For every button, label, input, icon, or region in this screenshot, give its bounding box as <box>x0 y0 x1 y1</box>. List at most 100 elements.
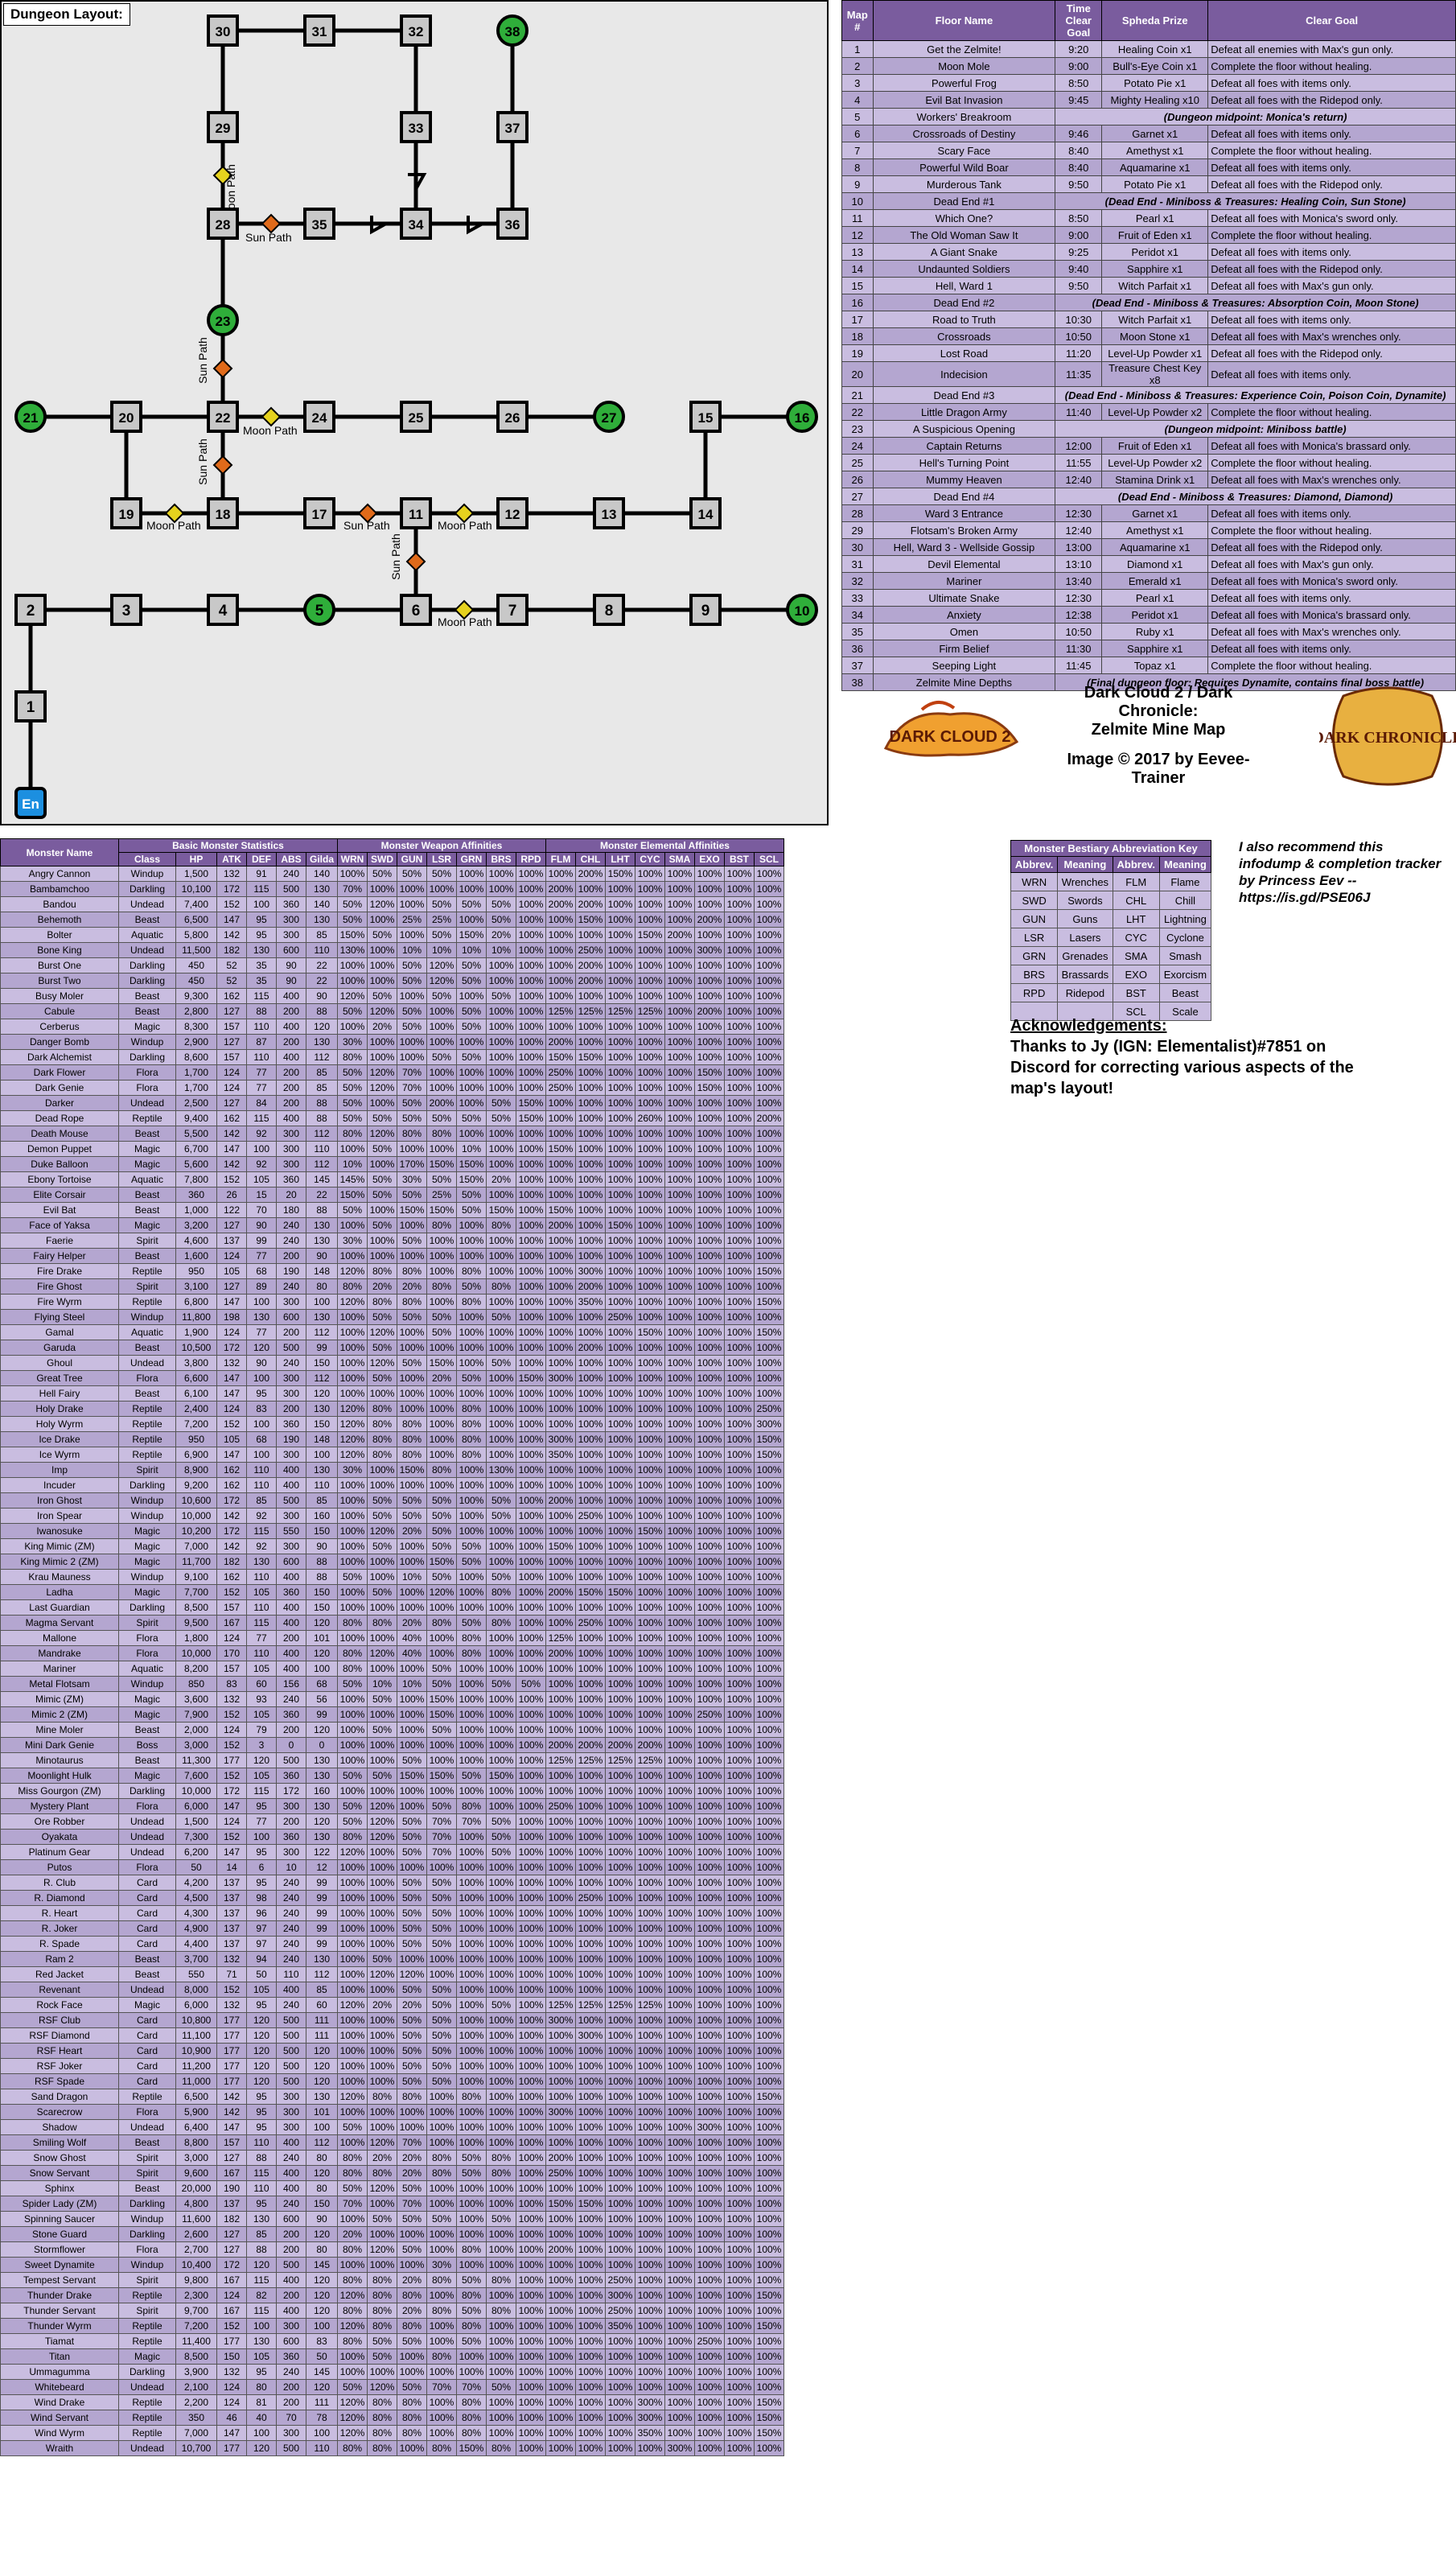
monster-stat: 6,400 <box>175 2119 217 2135</box>
monster-stat: 100% <box>545 1385 576 1402</box>
monster-stat: 360 <box>276 1584 306 1600</box>
monster-name: R. Heart <box>0 1905 119 1921</box>
monster-stat: 100% <box>694 1309 725 1325</box>
monster-stat: 100% <box>367 1385 397 1402</box>
monster-stat: 80% <box>456 1263 487 1279</box>
monster-stat: 100% <box>664 1019 695 1035</box>
monster-stat: 11,200 <box>175 2058 217 2074</box>
monster-stat: 105 <box>246 1768 277 1784</box>
monster-stat: Flora <box>118 1798 176 1814</box>
monster-stat: 100% <box>516 2287 546 2303</box>
monster-stat: 80% <box>367 1416 397 1432</box>
monster-stat: 100% <box>694 1905 725 1921</box>
monster-stat: 100% <box>456 1584 487 1600</box>
monster-stat: 100% <box>575 2043 606 2059</box>
monster-stat: 100% <box>426 1141 457 1157</box>
monster-stat: 100% <box>664 988 695 1004</box>
monster-stat: 100% <box>635 1569 665 1585</box>
floor-cell-note: (Dead End - Miniboss & Treasures: Diamon… <box>1055 488 1456 505</box>
monster-stat: 100% <box>694 1844 725 1860</box>
monster-stat: 100% <box>664 2180 695 2196</box>
monster-stat: 100% <box>545 1722 576 1738</box>
monster-stat: 100% <box>605 1875 635 1891</box>
monster-stat: 100% <box>516 2043 546 2059</box>
monster-stat: 100% <box>426 1080 457 1096</box>
monster-stat: 120% <box>337 1416 368 1432</box>
monster-stat: 100% <box>516 2440 546 2456</box>
monster-stat: 120% <box>337 1447 368 1463</box>
monster-stat: 8,200 <box>175 1661 217 1677</box>
monster-stat: 200% <box>664 927 695 943</box>
monster-stat: 50% <box>486 1095 516 1111</box>
monster-stat: 100% <box>456 1248 487 1264</box>
monster-stat: 140 <box>306 866 338 882</box>
monster-stat: 100% <box>724 2043 755 2059</box>
monster-stat: 100% <box>694 1951 725 1967</box>
map-node-label: 38 <box>505 24 520 39</box>
monster-stat: 100% <box>486 1523 516 1539</box>
monster-stat: 50% <box>397 1982 427 1998</box>
floor-cell-n: 17 <box>841 311 874 328</box>
floor-cell-prize: Aquamarine x1 <box>1101 158 1209 176</box>
map-node-label: 26 <box>505 410 520 426</box>
monster-name: RSF Club <box>0 2012 119 2028</box>
monster-stat: 100% <box>664 1217 695 1233</box>
monster-stat: Beast <box>118 912 176 928</box>
monster-stat: 100% <box>397 1737 427 1753</box>
monster-stat: 80% <box>456 1294 487 1310</box>
monster-stat: 100% <box>694 1569 725 1585</box>
monster-stat: 50% <box>486 912 516 928</box>
monster-stat: 100% <box>486 1890 516 1906</box>
monster-stat: 100% <box>694 1278 725 1295</box>
floor-cell-name: Firm Belief <box>872 640 1056 657</box>
floor-row: 7 Scary Face 8:40 Amethyst x1 Complete the f… <box>841 142 1456 159</box>
monster-stat: 100% <box>337 1982 368 1998</box>
monster-stat: 95 <box>246 2196 277 2212</box>
monster-stat: 240 <box>276 1278 306 1295</box>
monster-stat: 100% <box>545 2410 576 2426</box>
monster-stat: 100% <box>456 2027 487 2044</box>
monster-stat: 100% <box>545 1920 576 1937</box>
monster-stat: 100% <box>694 1997 725 2013</box>
monster-stat: 100% <box>397 1859 427 1875</box>
monster-stat: 100% <box>456 2012 487 2028</box>
monster-stat: 100% <box>516 1385 546 1402</box>
monster-stat: 50% <box>337 2379 368 2395</box>
key-cell: EXO <box>1112 965 1160 984</box>
monster-stat: 100% <box>754 1844 784 1860</box>
monster-stat: 350% <box>635 2425 665 2441</box>
monster-stat: 100% <box>635 2196 665 2212</box>
monster-stat: 100% <box>635 2303 665 2319</box>
monster-name: Fire Drake <box>0 1263 119 1279</box>
monster-stat: 100% <box>545 1706 576 1723</box>
monster-stat: 100% <box>635 1049 665 1065</box>
monster-stat: 25% <box>397 912 427 928</box>
monster-stat: 100% <box>516 1294 546 1310</box>
monster-name: Thunder Servant <box>0 2303 119 2319</box>
floor-row: 14 Undaunted Soldiers 9:40 Sapphire x1 Defea… <box>841 260 1456 278</box>
key-cell: SMA <box>1112 946 1160 965</box>
monster-stat: 93 <box>246 1691 277 1707</box>
monster-stat: 124 <box>216 1080 247 1096</box>
monster-stat: 150% <box>575 2196 606 2212</box>
monster-stat: 100% <box>724 912 755 928</box>
monster-stat: 50% <box>426 2211 457 2227</box>
monster-name: Wraith <box>0 2440 119 2456</box>
monster-stat: 147 <box>216 1798 247 1814</box>
monster-stat: 100% <box>635 1844 665 1860</box>
monster-stat: 100% <box>724 1706 755 1723</box>
monster-stat: 152 <box>216 1829 247 1845</box>
monster-stat: 120% <box>426 973 457 989</box>
key-cell: BRS <box>1010 965 1059 984</box>
monster-stat: 99 <box>306 1340 338 1356</box>
floor-cell-name: Road to Truth <box>872 311 1056 328</box>
monster-stat: 150 <box>306 1416 338 1432</box>
monster-stat: 124 <box>216 2287 247 2303</box>
monster-stat: 50% <box>397 2043 427 2059</box>
monster-stat: 100% <box>516 2165 546 2181</box>
monster-stat: 100% <box>694 1936 725 1952</box>
monster-stat: 50% <box>397 1492 427 1509</box>
monster-stat: Card <box>118 1875 176 1891</box>
monster-stat: 100% <box>694 1538 725 1554</box>
monster-row: Metal Flotsam Windup 850 83 60 156 68 50% 10% 10%… <box>0 1676 784 1692</box>
